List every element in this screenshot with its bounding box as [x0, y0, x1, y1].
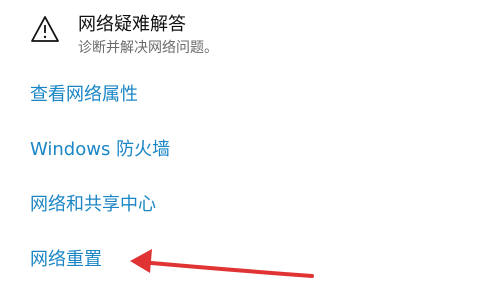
red-arrow-annotation: [130, 249, 314, 278]
